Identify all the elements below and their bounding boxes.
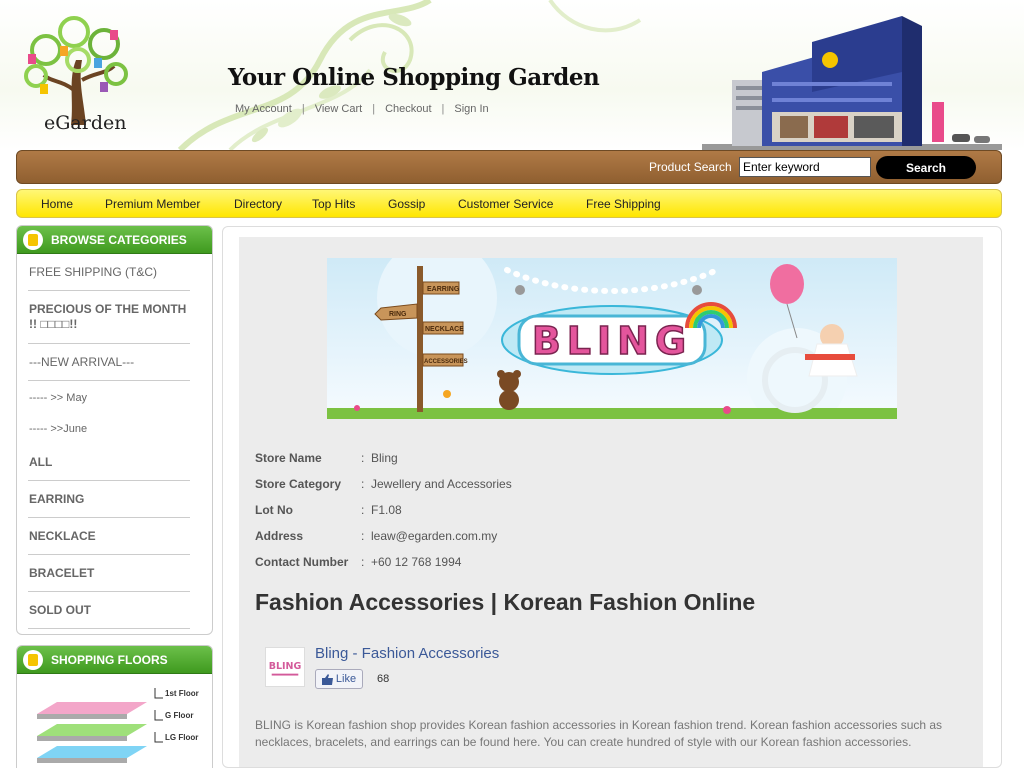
nav-top-hits[interactable]: Top Hits	[312, 197, 355, 211]
category-bracelet[interactable]: BRACELET	[28, 555, 190, 592]
bling-word: BLING	[532, 319, 692, 363]
colon: :	[361, 555, 365, 569]
browse-categories-title: BROWSE CATEGORIES	[51, 232, 187, 247]
nav-customer-service[interactable]: Customer Service	[458, 197, 553, 211]
category-precious-of-month[interactable]: PRECIOUS OF THE MONTH !! □□□□!!	[28, 291, 190, 344]
category-sold-out[interactable]: SOLD OUT	[28, 592, 190, 629]
store-name-value: Bling	[371, 451, 398, 465]
address-label: Address	[255, 529, 304, 543]
search-label: Product Search	[649, 160, 732, 174]
search-input[interactable]	[739, 157, 871, 177]
like-count: 68	[377, 673, 390, 685]
page-title: Fashion Accessories | Korean Fashion Onl…	[255, 589, 756, 615]
category-earring[interactable]: EARRING	[28, 481, 190, 518]
shopping-floors-panel: SHOPPING FLOORS 1st Floor G Floor LG Flo…	[16, 645, 213, 768]
nav-gossip[interactable]: Gossip	[388, 197, 425, 211]
separator: |	[441, 103, 445, 115]
colon: :	[361, 477, 365, 491]
browse-categories-header: BROWSE CATEGORIES	[17, 226, 212, 254]
browse-categories-panel: BROWSE CATEGORIES FREE SHIPPING (T&C) PR…	[16, 225, 213, 635]
separator: |	[372, 103, 376, 115]
nav-premium-member[interactable]: Premium Member	[105, 197, 200, 211]
category-necklace[interactable]: NECKLACE	[28, 518, 190, 555]
sign-ring: RING	[389, 311, 407, 318]
category-free-shipping[interactable]: FREE SHIPPING (T&C)	[28, 254, 190, 291]
site-tagline: Your Online Shopping Garden	[228, 64, 600, 91]
category-all[interactable]: ALL	[28, 442, 190, 481]
category-new-arrival[interactable]: ---NEW ARRIVAL---	[28, 344, 190, 381]
contact-number-label: Contact Number	[255, 555, 349, 569]
colon: :	[361, 529, 365, 543]
mall-building-image	[702, 16, 1002, 150]
nav-free-shipping[interactable]: Free Shipping	[586, 197, 661, 211]
view-cart-link[interactable]: View Cart	[315, 103, 362, 115]
category-june[interactable]: ----- >>June	[28, 411, 190, 442]
nav-directory[interactable]: Directory	[234, 197, 282, 211]
checkout-link[interactable]: Checkout	[385, 103, 431, 115]
store-category-value: Jewellery and Accessories	[371, 477, 512, 491]
my-account-link[interactable]: My Account	[235, 103, 292, 115]
main-content: EARRING RING NECKLACE ACCESSORIES BLING	[222, 226, 1002, 768]
floor-label-lg[interactable]: LG Floor	[165, 733, 198, 742]
address-value: leaw@egarden.com.my	[371, 529, 498, 543]
floor-label-1st[interactable]: 1st Floor	[165, 689, 199, 698]
contact-number-value: +60 12 768 1994	[371, 555, 462, 569]
lot-no-value: F1.08	[371, 503, 402, 517]
search-button[interactable]: Search	[876, 156, 976, 179]
category-may[interactable]: ----- >> May	[28, 381, 190, 411]
account-links: My Account | View Cart | Checkout | Sign In	[235, 103, 489, 115]
colon: :	[361, 451, 365, 465]
sign-accessories: ACCESSORIES	[424, 359, 468, 365]
like-label: Like	[335, 673, 357, 685]
sign-necklace: NECKLACE	[425, 326, 464, 333]
thumbs-up-icon	[321, 673, 333, 685]
sign-earring: EARRING	[427, 286, 460, 293]
shopping-floors-header: SHOPPING FLOORS	[17, 646, 212, 674]
floor-label-g[interactable]: G Floor	[165, 711, 193, 720]
colon: :	[361, 503, 365, 517]
category-list: FREE SHIPPING (T&C) PRECIOUS OF THE MONT…	[17, 254, 212, 629]
main-nav: Home Premium Member Directory Top Hits G…	[16, 189, 1002, 218]
facebook-page-name[interactable]: Bling - Fashion Accessories	[315, 645, 499, 662]
lot-no-label: Lot No	[255, 503, 293, 517]
store-category-label: Store Category	[255, 477, 342, 491]
logo-text[interactable]: eGarden	[44, 112, 126, 134]
fb-logo-text: BLING	[269, 661, 302, 672]
shopping-bag-icon	[23, 229, 43, 250]
sign-in-link[interactable]: Sign In	[454, 103, 488, 115]
floors-diagram[interactable]: 1st Floor G Floor LG Floor	[17, 674, 213, 768]
separator: |	[301, 103, 305, 115]
bling-fb-logo[interactable]: BLING	[265, 647, 305, 687]
shopping-floors-title: SHOPPING FLOORS	[51, 652, 168, 667]
bling-banner: EARRING RING NECKLACE ACCESSORIES BLING	[327, 258, 897, 419]
store-name-label: Store Name	[255, 451, 322, 465]
store-panel: EARRING RING NECKLACE ACCESSORIES BLING	[239, 237, 983, 767]
shopping-bag-icon	[23, 649, 43, 670]
facebook-like-button[interactable]: Like	[315, 669, 363, 689]
store-description: BLING is Korean fashion shop provides Ko…	[255, 718, 943, 749]
nav-home[interactable]: Home	[41, 197, 73, 211]
search-bar: Product Search Search	[16, 150, 1002, 184]
site-header: eGarden Your Online Shopping Garden My A…	[0, 0, 1024, 150]
